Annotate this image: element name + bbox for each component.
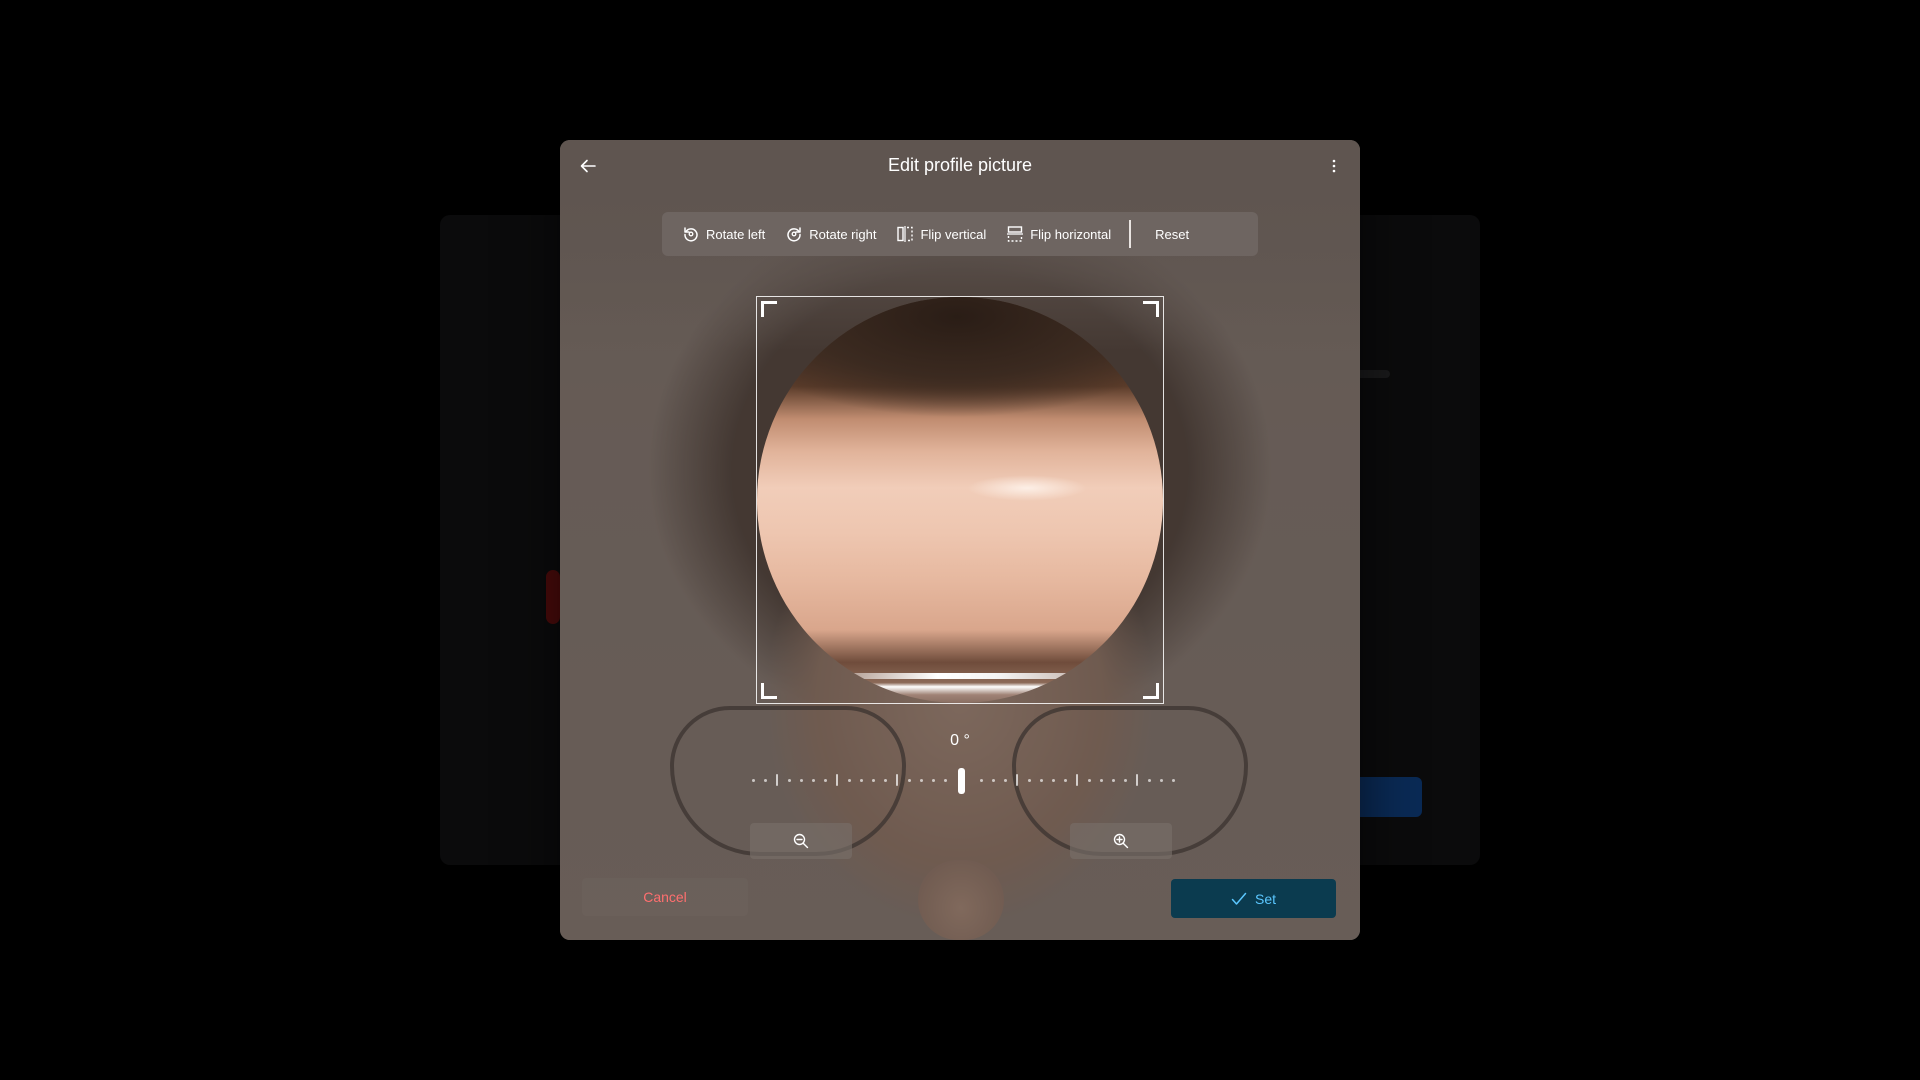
rotation-ruler-dot [752, 779, 755, 782]
set-button[interactable]: Set [1171, 879, 1336, 918]
rotation-ruler-dot [932, 779, 935, 782]
crop-handle-top-left[interactable] [761, 301, 777, 317]
rotation-ruler-dot [1100, 779, 1103, 782]
rotation-ruler-dot [788, 779, 791, 782]
flip-horizontal-button[interactable]: Flip horizontal [996, 218, 1121, 250]
flip-horizontal-label: Flip horizontal [1030, 226, 1112, 242]
rotation-ruler-dot [1004, 779, 1007, 782]
checkmark-icon [1231, 892, 1247, 905]
rotate-right-button[interactable]: Rotate right [775, 218, 886, 250]
dialog-title: Edit profile picture [887, 155, 1033, 175]
rotation-slider[interactable] [752, 768, 1175, 794]
rotation-ruler-dot [800, 779, 803, 782]
rotation-ruler-tick [1076, 774, 1078, 786]
crop-handle-bottom-right[interactable] [1143, 683, 1159, 699]
rotate-left-button[interactable]: Rotate left [672, 218, 775, 250]
rotation-ruler-tick [1016, 774, 1018, 786]
edit-toolbar: Rotate left Rotate right Flip vertical F… [662, 212, 1258, 256]
rotation-ruler-dot [1124, 779, 1127, 782]
rotate-left-icon [684, 227, 698, 242]
flip-vertical-label: Flip vertical [920, 226, 987, 242]
rotation-ruler-dot [812, 779, 815, 782]
reset-button[interactable]: Reset [1141, 218, 1203, 250]
zoom-in-button[interactable] [1070, 823, 1172, 859]
rotation-ruler-tick [776, 774, 778, 786]
rotation-ruler-dot [980, 779, 983, 782]
rotation-ruler-dot [944, 779, 947, 782]
rotation-ruler-dot [992, 779, 995, 782]
rotation-ruler-dot [1028, 779, 1031, 782]
rotation-ruler-dot [1088, 779, 1091, 782]
flip-vertical-button[interactable]: Flip vertical [886, 218, 996, 250]
edit-profile-picture-dialog: Edit profile picture Rotate left Rotate … [560, 140, 1360, 940]
dialog-header: Edit profile picture [560, 140, 1360, 192]
crop-frame[interactable] [756, 296, 1164, 704]
rotation-ruler-dot [1052, 779, 1055, 782]
rotate-right-label: Rotate right [809, 226, 877, 242]
rotation-ruler-dot [764, 779, 767, 782]
rotation-ruler-dot [920, 779, 923, 782]
flip-vertical-icon [897, 226, 914, 242]
rotation-ruler-dot [1172, 779, 1175, 782]
cancel-button[interactable]: Cancel [582, 878, 748, 916]
zoom-out-icon [793, 833, 809, 849]
rotation-slider-handle[interactable] [958, 768, 965, 794]
zoom-out-button[interactable] [750, 823, 852, 859]
rotation-angle-label: 0 ° [950, 732, 970, 749]
crop-handle-bottom-left[interactable] [761, 683, 777, 699]
rotation-ruler-dot [1160, 779, 1163, 782]
rotation-ruler-dot [1040, 779, 1043, 782]
rotation-ruler-dot [884, 779, 887, 782]
flip-horizontal-icon [1007, 226, 1024, 242]
rotation-ruler-tick [1136, 774, 1138, 786]
crop-preview-hair [757, 297, 1163, 417]
rotation-ruler-dot [1112, 779, 1115, 782]
rotate-left-label: Rotate left [706, 226, 766, 242]
zoom-in-icon [1113, 833, 1129, 849]
rotation-ruler-dot [824, 779, 827, 782]
rotation-ruler-tick [836, 774, 838, 786]
rotation-ruler-dot [1148, 779, 1151, 782]
crop-preview-glasses-frame [817, 673, 1117, 679]
background-accent [546, 570, 560, 624]
set-button-label: Set [1254, 890, 1276, 907]
rotation-ruler-dot [872, 779, 875, 782]
crop-handle-top-right[interactable] [1143, 301, 1159, 317]
rotation-ruler-dot [908, 779, 911, 782]
crop-preview-circle[interactable] [757, 297, 1163, 703]
toolbar-divider [1129, 220, 1132, 248]
rotation-ruler-tick [896, 774, 898, 786]
rotation-ruler-dot [860, 779, 863, 782]
more-options-button[interactable] [1320, 150, 1348, 182]
crop-preview-highlight [967, 475, 1087, 501]
rotation-ruler-dot [848, 779, 851, 782]
rotation-ruler-dot [1064, 779, 1067, 782]
more-vertical-icon [1332, 159, 1336, 173]
rotate-right-icon [787, 227, 802, 242]
